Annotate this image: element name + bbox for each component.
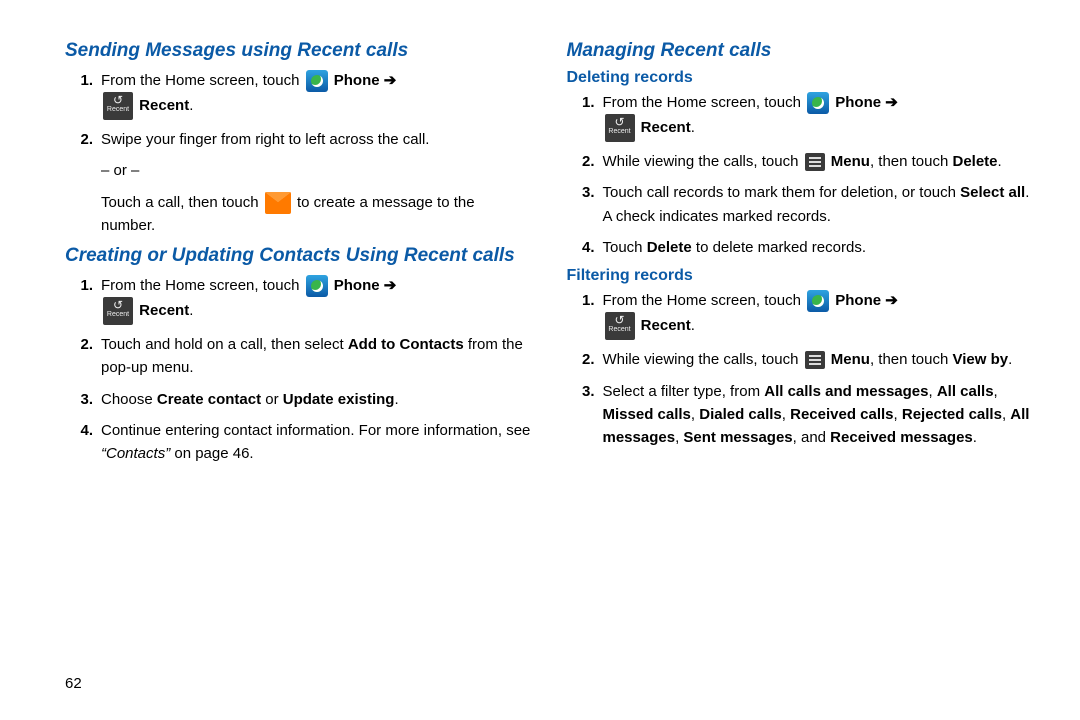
step-text: Choose Create contact or Update existing… [101,388,531,411]
arrow-icon: ➔ [885,292,898,309]
step-text: Touch Delete to delete marked records. [603,236,1033,259]
step-text: Touch and hold on a call, then select Ad… [101,333,531,380]
step-text: Select a filter type, from All calls and… [603,380,1033,450]
step: 2. Swipe your finger from right to left … [65,128,531,151]
steps-deleting: 1. From the Home screen, touch Phone ➔ R… [567,91,1033,259]
heading-creating-contacts: Creating or Updating Contacts Using Rece… [65,245,531,268]
step: 1. From the Home screen, touch Phone ➔ R… [567,289,1033,340]
step-text: From the Home screen, touch Phone ➔ Rece… [603,91,1033,142]
step-number: 3. [567,380,603,403]
phone-icon [807,290,829,312]
step: 1. From the Home screen, touch Phone ➔ R… [567,91,1033,142]
heading-managing: Managing Recent calls [567,40,1033,63]
step-text: Swipe your finger from right to left acr… [101,128,531,151]
recent-icon [605,312,635,340]
step: 4. Touch Delete to delete marked records… [567,236,1033,259]
step-number: 1. [567,289,603,312]
menu-icon [805,153,825,171]
step-text: Touch call records to mark them for dele… [603,181,1033,228]
step: 3. Touch call records to mark them for d… [567,181,1033,228]
alt-step-text: Touch a call, then touch to create a mes… [101,191,531,238]
step: 2. While viewing the calls, touch Menu, … [567,150,1033,173]
step: 3. Choose Create contact or Update exist… [65,388,531,411]
phone-icon [306,70,328,92]
arrow-icon: ➔ [384,277,397,294]
subheading-deleting: Deleting records [567,69,1033,87]
subheading-filtering: Filtering records [567,267,1033,285]
step-text: From the Home screen, touch Phone ➔ Rece… [603,289,1033,340]
step: 2. While viewing the calls, touch Menu, … [567,348,1033,371]
step-number: 2. [65,128,101,151]
step-number: 1. [65,69,101,92]
menu-icon [805,351,825,369]
step-number: 1. [567,91,603,114]
step-text: From the Home screen, touch Phone ➔ Rece… [101,274,531,325]
step: 2. Touch and hold on a call, then select… [65,333,531,380]
heading-sending-messages: Sending Messages using Recent calls [65,40,531,63]
left-column: Sending Messages using Recent calls 1. F… [65,40,531,473]
step-number: 3. [567,181,603,204]
step-number: 4. [65,419,101,442]
arrow-icon: ➔ [384,72,397,89]
or-divider: – or – [101,159,531,182]
arrow-icon: ➔ [885,94,898,111]
step-number: 2. [567,348,603,371]
recent-icon [605,114,635,142]
step-text: While viewing the calls, touch Menu, the… [603,150,1033,173]
steps-creating: 1. From the Home screen, touch Phone ➔ R… [65,274,531,466]
recent-icon [103,92,133,120]
step: 3. Select a filter type, from All calls … [567,380,1033,450]
step-number: 2. [567,150,603,173]
step-number: 2. [65,333,101,356]
recent-icon [103,297,133,325]
step: 1. From the Home screen, touch Phone ➔ R… [65,274,531,325]
phone-icon [807,92,829,114]
step: 4. Continue entering contact information… [65,419,531,466]
right-column: Managing Recent calls Deleting records 1… [567,40,1033,473]
step-text: Continue entering contact information. F… [101,419,531,466]
step-number: 3. [65,388,101,411]
page-number: 62 [65,675,82,692]
steps-sending: 1. From the Home screen, touch Phone ➔ R… [65,69,531,152]
steps-filtering: 1. From the Home screen, touch Phone ➔ R… [567,289,1033,449]
step-number: 1. [65,274,101,297]
message-icon [265,192,291,214]
step: 1. From the Home screen, touch Phone ➔ R… [65,69,531,120]
step-text: While viewing the calls, touch Menu, the… [603,348,1033,371]
step-number: 4. [567,236,603,259]
step-text: From the Home screen, touch Phone ➔ Rece… [101,69,531,120]
phone-icon [306,275,328,297]
